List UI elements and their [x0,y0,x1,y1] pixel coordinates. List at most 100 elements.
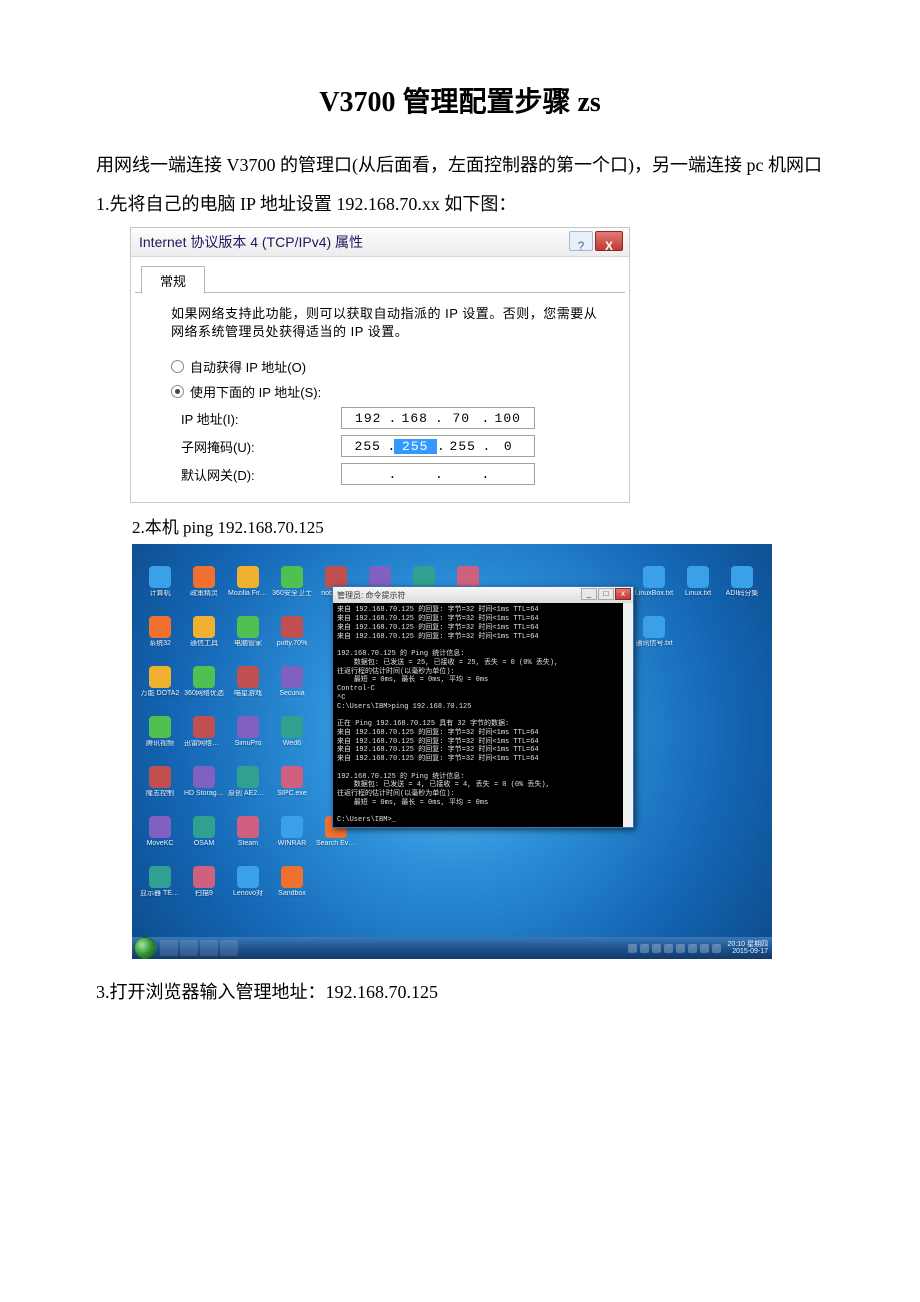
desktop-icon[interactable]: MoveKC [138,799,182,847]
cmd-titlebar[interactable]: 管理员: 命令提示符 _ □ x [333,587,633,603]
desktop-icon[interactable]: 喵星游戏 [226,649,270,697]
app-icon [193,816,215,838]
app-icon [281,716,303,738]
tray-icon[interactable] [640,944,649,953]
desktop-icon[interactable]: HD Storage Manager [182,749,226,797]
desktop-icon-label: LinuxBox.txt [635,590,673,597]
gateway-field[interactable]: . . . [341,463,535,485]
ip-seg-2: 168 [395,411,436,426]
app-icon [149,766,171,788]
desktop-icon[interactable]: 计算机 [138,549,182,597]
desktop-icon-label: Lenovo对 [233,890,263,897]
desktop-icon[interactable] [402,849,446,897]
ip-seg-4: 100 [488,411,529,426]
desktop-icon[interactable]: ADI码分集 [720,549,764,597]
app-icon [237,816,259,838]
dialog-description: 如果网络支持此功能，则可以获取自动指派的 IP 设置。否则，您需要从网络系统管理… [135,293,625,354]
taskbar-item[interactable] [220,940,238,956]
desktop-icon[interactable]: 政策精灵 [182,549,226,597]
desktop-icon[interactable]: 迅雷网络加速 [182,699,226,747]
app-icon [193,616,215,638]
app-icon [237,716,259,738]
desktop-icon[interactable]: Wed6 [270,699,314,747]
desktop-icon[interactable]: OSAM [182,799,226,847]
desktop-icon-label: OSAM [194,840,215,847]
txt-file-icon [643,616,665,638]
intro-paragraph: 用网线一端连接 V3700 的管理口(从后面看，左面控制器的第一个口)，另一端连… [60,150,860,181]
desktop-icon[interactable]: Steam [226,799,270,847]
desktop-icon[interactable]: 360网络优选 [182,649,226,697]
desktop-icon[interactable]: WINRAR [270,799,314,847]
radio-auto-ip[interactable]: 自动获得 IP 地址(O) [135,354,625,379]
close-button[interactable]: x [615,588,631,600]
app-icon [149,716,171,738]
desktop-icon[interactable]: SimuPro [226,699,270,747]
desktop-icon-label: 原创 AE2存2cm [228,790,268,797]
tray-icon[interactable] [712,944,721,953]
cmd-scrollbar[interactable] [623,603,633,827]
help-button[interactable]: ? [569,231,593,251]
step2-paragraph: 2.本机 ping 192.168.70.125 [132,513,860,538]
desktop-icon[interactable]: Lenovo对 [226,849,270,897]
tray-icon[interactable] [664,944,673,953]
ipv4-properties-dialog: Internet 协议版本 4 (TCP/IPv4) 属性 ? X 常规 如果网… [130,227,630,503]
taskbar-clock[interactable]: 20:10 星期四 2015-09-17 [728,941,768,955]
desktop-icon[interactable]: 电脑管家 [226,599,270,647]
tray-date: 2015-09-17 [728,948,768,955]
app-icon [193,866,215,888]
tray-icon[interactable] [676,944,685,953]
desktop-icon[interactable]: SIPC.exe [270,749,314,797]
desktop-icon[interactable]: 原创 AE2存2cm [226,749,270,797]
radio-manual-ip[interactable]: 使用下面的 IP 地址(S): [135,379,625,404]
subnet-mask-label: 子网掩码(U): [181,437,341,456]
desktop-icon[interactable]: 通讯信号.txt [632,599,676,647]
mask-seg-4: 0 [489,439,529,454]
desktop-icon-label: Wed6 [283,740,301,747]
desktop-icon[interactable]: Linux.txt [676,549,720,597]
app-icon [193,716,215,738]
close-button[interactable]: X [595,231,623,251]
desktop-icon[interactable]: 万能 DOTA2 [138,649,182,697]
desktop-icon-label: 系统32 [149,640,171,647]
desktop-icon[interactable]: 360安全卫士 [270,549,314,597]
maximize-button[interactable]: □ [598,588,614,600]
ip-seg-1: 192 [348,411,389,426]
desktop-icon[interactable]: 隆志控制 [138,749,182,797]
command-prompt-window[interactable]: 管理员: 命令提示符 _ □ x 来自 192.168.70.125 的回复: … [332,586,634,828]
taskbar-item[interactable] [160,940,178,956]
desktop-icon[interactable] [314,849,358,897]
windows-taskbar[interactable]: 20:10 星期四 2015-09-17 [132,937,772,959]
desktop-icon[interactable]: LinuxBox.txt [632,549,676,597]
mask-seg-2: 255 [394,439,438,454]
desktop-icon[interactable]: Mozilla Firefox [226,549,270,597]
ip-address-field[interactable]: 192. 168. 70. 100 [341,407,535,429]
desktop-icon[interactable]: Sandbox [270,849,314,897]
tray-icon[interactable] [652,944,661,953]
desktop-icon[interactable]: Secunia [270,649,314,697]
subnet-mask-field[interactable]: 255. 255. 255. 0 [341,435,535,457]
desktop-icon[interactable]: putty.70% [270,599,314,647]
cmd-title: 管理员: 命令提示符 [337,590,405,601]
desktop-icon[interactable] [446,849,490,897]
desktop-icon[interactable]: 显示器 TEST [138,849,182,897]
tray-icon[interactable] [628,944,637,953]
desktop-icon-label: 计算机 [150,590,171,597]
taskbar-item[interactable] [180,940,198,956]
start-button[interactable] [134,937,156,959]
desktop-icon[interactable] [358,849,402,897]
desktop-icon-label: 万能 DOTA2 [141,690,180,697]
desktop-icon-label: 电脑管家 [234,640,262,647]
tab-general[interactable]: 常规 [141,266,205,294]
desktop-icon[interactable]: 系统32 [138,599,182,647]
taskbar-item[interactable] [200,940,218,956]
desktop-icon[interactable]: 通信工具 [182,599,226,647]
desktop-icon[interactable]: 扫描9 [182,849,226,897]
minimize-button[interactable]: _ [581,588,597,600]
tray-icon[interactable] [700,944,709,953]
desktop-icon[interactable]: 腾讯视频 [138,699,182,747]
txt-file-icon [643,566,665,588]
app-icon [325,566,347,588]
tray-icon[interactable] [688,944,697,953]
mask-seg-1: 255 [348,439,388,454]
taskbar-pinned [160,940,238,956]
